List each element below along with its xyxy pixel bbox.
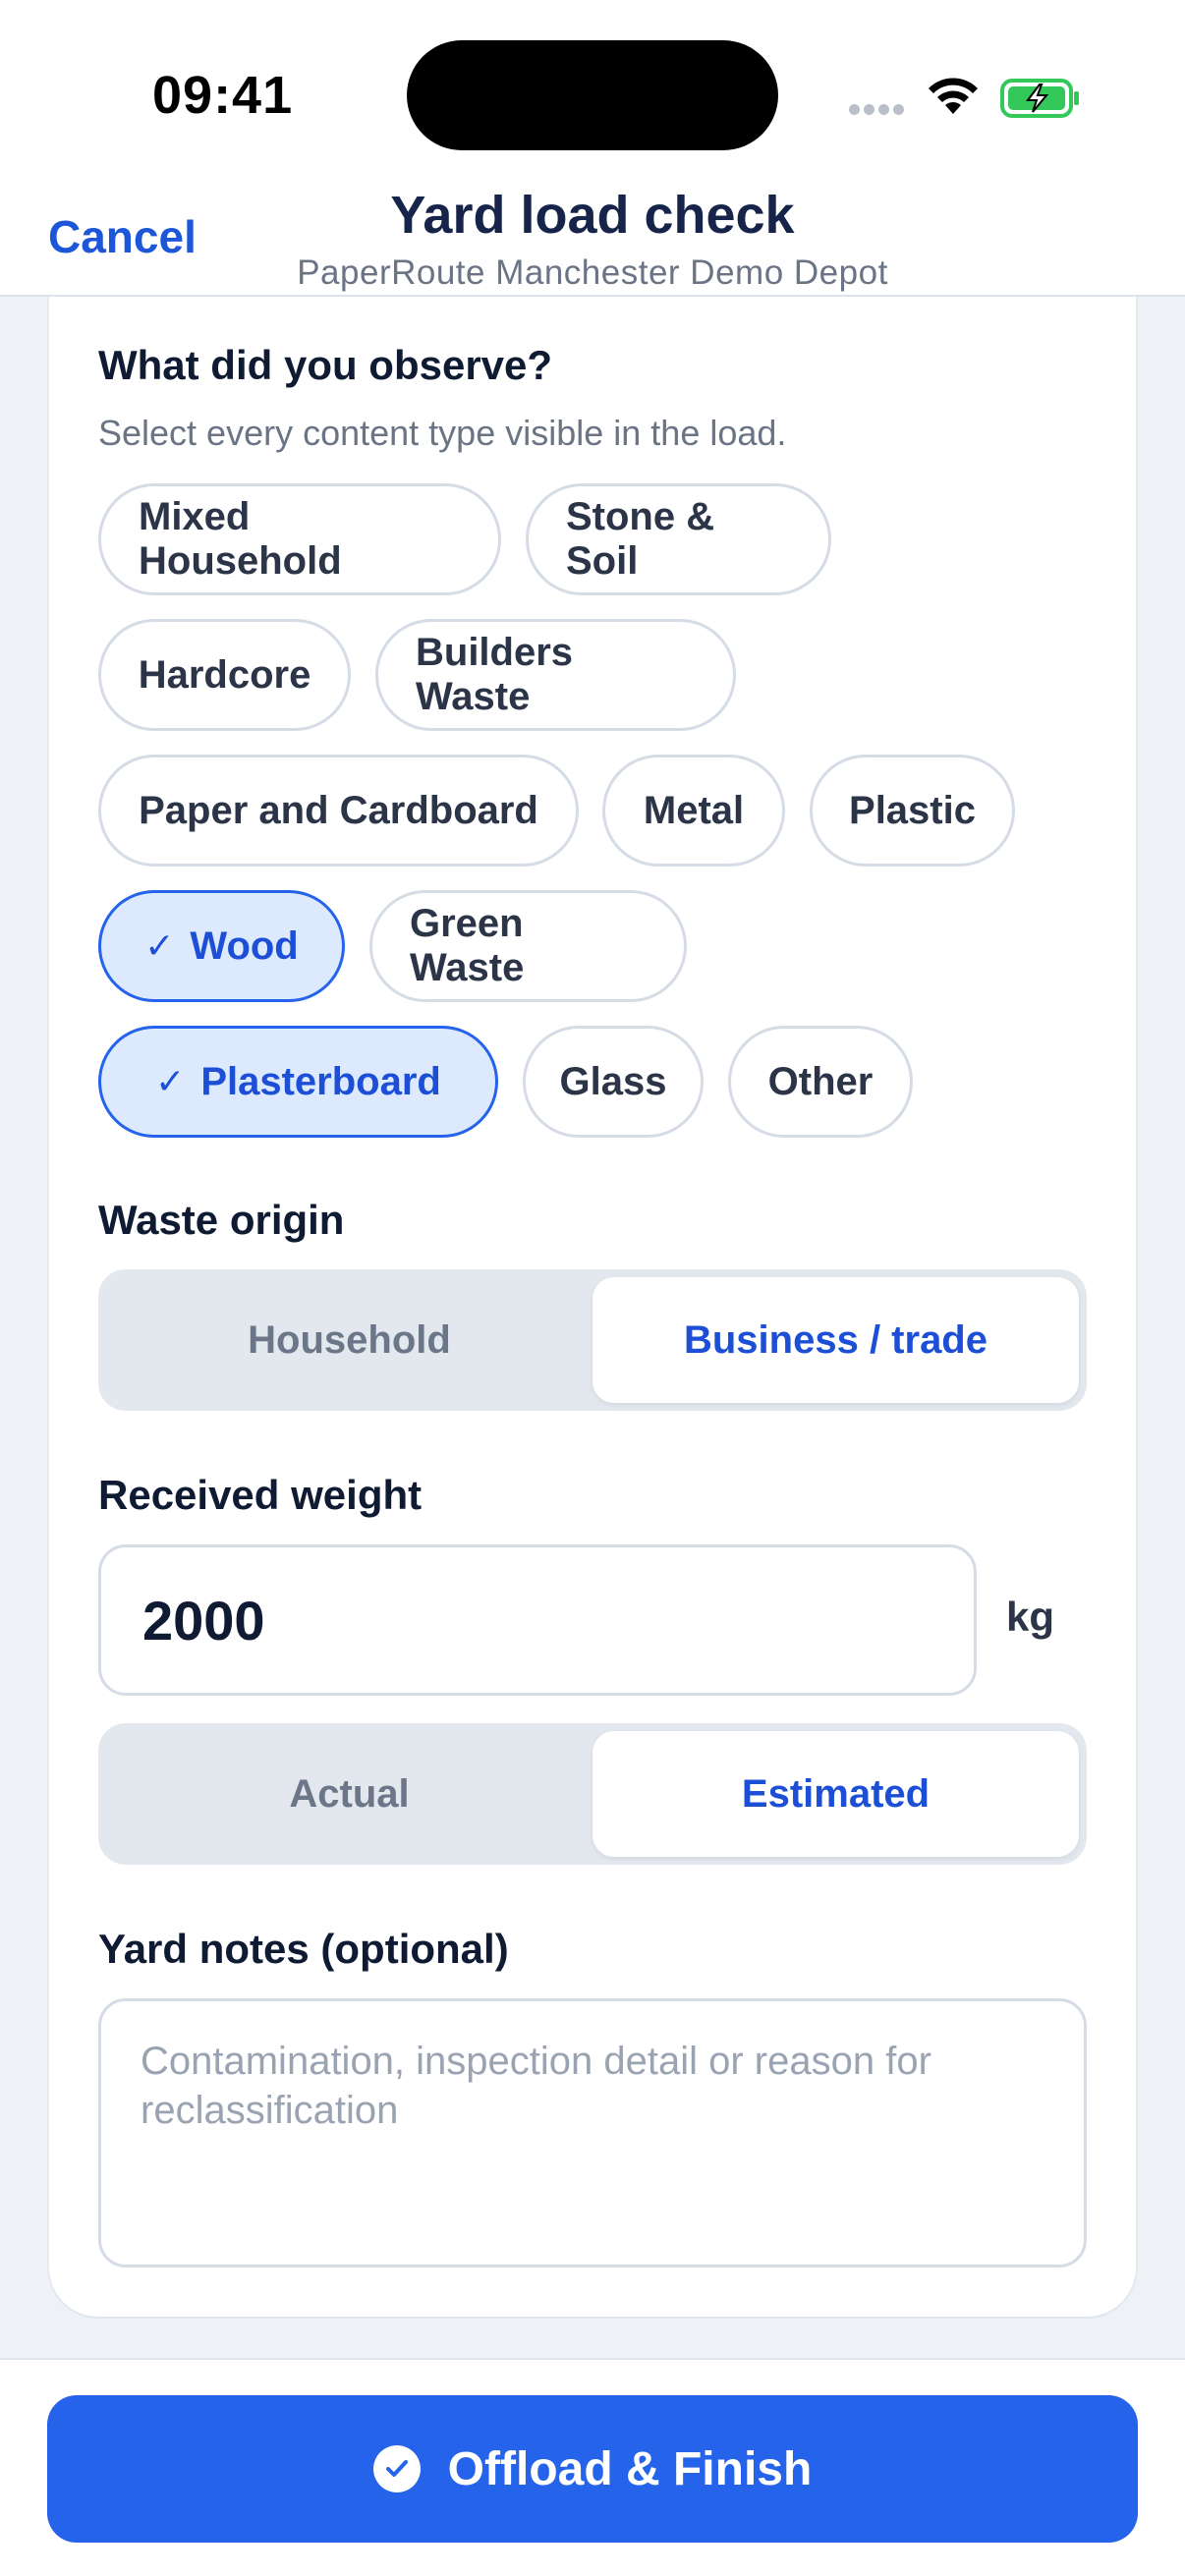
chip-mixed-household[interactable]: Mixed Household <box>98 483 501 595</box>
weight-input[interactable]: 2000 <box>98 1544 977 1696</box>
chip-label: Mixed Household <box>139 495 342 583</box>
battery-charging-icon <box>1000 79 1079 118</box>
page-title: Yard load check <box>390 186 795 245</box>
weight-estimated-option[interactable]: Estimated <box>592 1731 1079 1857</box>
chip-label: Plastic <box>849 788 976 832</box>
check-icon: ✓ <box>155 1061 186 1101</box>
chip-label: Wood <box>190 924 299 968</box>
chip-label: Glass <box>559 1059 667 1103</box>
yard-load-check-screen: 09:41 Cancel Yard load check PaperRoute … <box>0 0 1185 2576</box>
chip-label: Metal <box>643 788 745 832</box>
chip-stone-soil[interactable]: Stone & Soil <box>526 483 831 595</box>
dynamic-island <box>407 40 778 150</box>
weight-actual-option[interactable]: Actual <box>106 1731 592 1857</box>
origin-business-option[interactable]: Business / trade <box>592 1277 1079 1403</box>
bottom-action-bar: Offload & Finish <box>0 2358 1185 2576</box>
chip-paper-cardboard[interactable]: Paper and Cardboard <box>98 755 579 867</box>
chip-green-waste[interactable]: Green Waste <box>369 890 687 1002</box>
status-time: 09:41 <box>152 66 294 125</box>
origin-heading: Waste origin <box>98 1197 345 1243</box>
chip-label: Other <box>767 1059 874 1103</box>
chip-wood[interactable]: ✓ Wood <box>98 890 345 1002</box>
check-icon: ✓ <box>144 925 175 966</box>
chip-builders-waste[interactable]: Builders Waste <box>375 619 736 731</box>
chip-label: Plasterboard <box>200 1059 441 1103</box>
observe-heading: What did you observe? <box>98 342 553 388</box>
origin-segmented-control: Household Business / trade <box>98 1269 1087 1411</box>
chip-label: Hardcore <box>138 652 311 697</box>
chip-glass[interactable]: Glass <box>523 1026 704 1138</box>
chip-hardcore[interactable]: Hardcore <box>98 619 351 731</box>
weight-mode-segmented-control: Actual Estimated <box>98 1723 1087 1865</box>
weight-unit: kg <box>1006 1594 1055 1640</box>
chip-plastic[interactable]: Plastic <box>810 755 1015 867</box>
top-bar: 09:41 Cancel Yard load check PaperRoute … <box>0 0 1185 297</box>
finish-label: Offload & Finish <box>447 2442 813 2495</box>
wifi-icon <box>929 78 978 114</box>
weight-heading: Received weight <box>98 1472 423 1518</box>
chip-metal[interactable]: Metal <box>602 755 785 867</box>
origin-household-option[interactable]: Household <box>106 1277 592 1403</box>
chip-other[interactable]: Other <box>728 1026 913 1138</box>
check-circle-icon <box>372 2445 421 2492</box>
chip-plasterboard[interactable]: ✓ Plasterboard <box>98 1026 498 1138</box>
depot-subtitle: PaperRoute Manchester Demo Depot <box>297 253 888 292</box>
chip-label: Green Waste <box>410 902 525 989</box>
chip-label: Paper and Cardboard <box>139 788 538 832</box>
notes-heading: Yard notes (optional) <box>98 1926 509 1972</box>
cellular-signal-icon <box>849 102 908 120</box>
chip-label: Stone & Soil <box>566 495 715 583</box>
chip-label: Builders Waste <box>416 631 574 718</box>
notes-textarea[interactable]: Contamination, inspection detail or reas… <box>98 1998 1087 2268</box>
observe-hint: Select every content type visible in the… <box>98 413 787 453</box>
offload-finish-button[interactable]: Offload & Finish <box>47 2395 1138 2543</box>
